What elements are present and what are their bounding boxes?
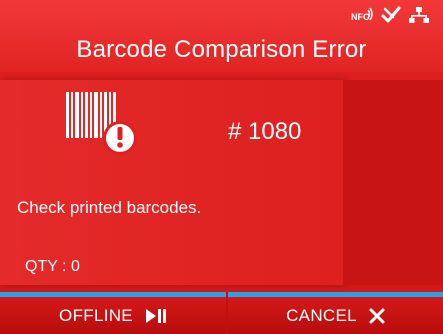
bluetooth-check-icon xyxy=(381,6,401,23)
offline-button-label: OFFLINE xyxy=(59,305,133,325)
printer-screen: NFC Barcode Comparison Error # 1080 Chec… xyxy=(0,0,443,334)
error-message-card: # 1080 Check printed barcodes. QTY : 0 xyxy=(0,80,343,285)
close-icon xyxy=(369,308,385,323)
network-icon xyxy=(409,7,429,23)
barcode-error-icon xyxy=(66,92,137,155)
error-message: Check printed barcodes. xyxy=(17,198,202,217)
header: NFC Barcode Comparison Error xyxy=(0,0,443,72)
cancel-button[interactable]: CANCEL xyxy=(228,292,443,334)
offline-button[interactable]: OFFLINE xyxy=(0,292,226,334)
nfc-icon: NFC xyxy=(351,7,373,22)
qty-label: QTY : 0 xyxy=(25,258,80,275)
svg-text:NFC: NFC xyxy=(351,12,370,22)
card-side-panel xyxy=(343,80,443,285)
play-pause-icon xyxy=(145,308,166,323)
cancel-button-label: CANCEL xyxy=(286,305,357,325)
status-icons: NFC xyxy=(351,6,429,24)
softkey-bar: OFFLINE CANCEL xyxy=(0,292,443,334)
error-number: # 1080 xyxy=(228,118,302,145)
page-title: Barcode Comparison Error xyxy=(76,36,367,63)
